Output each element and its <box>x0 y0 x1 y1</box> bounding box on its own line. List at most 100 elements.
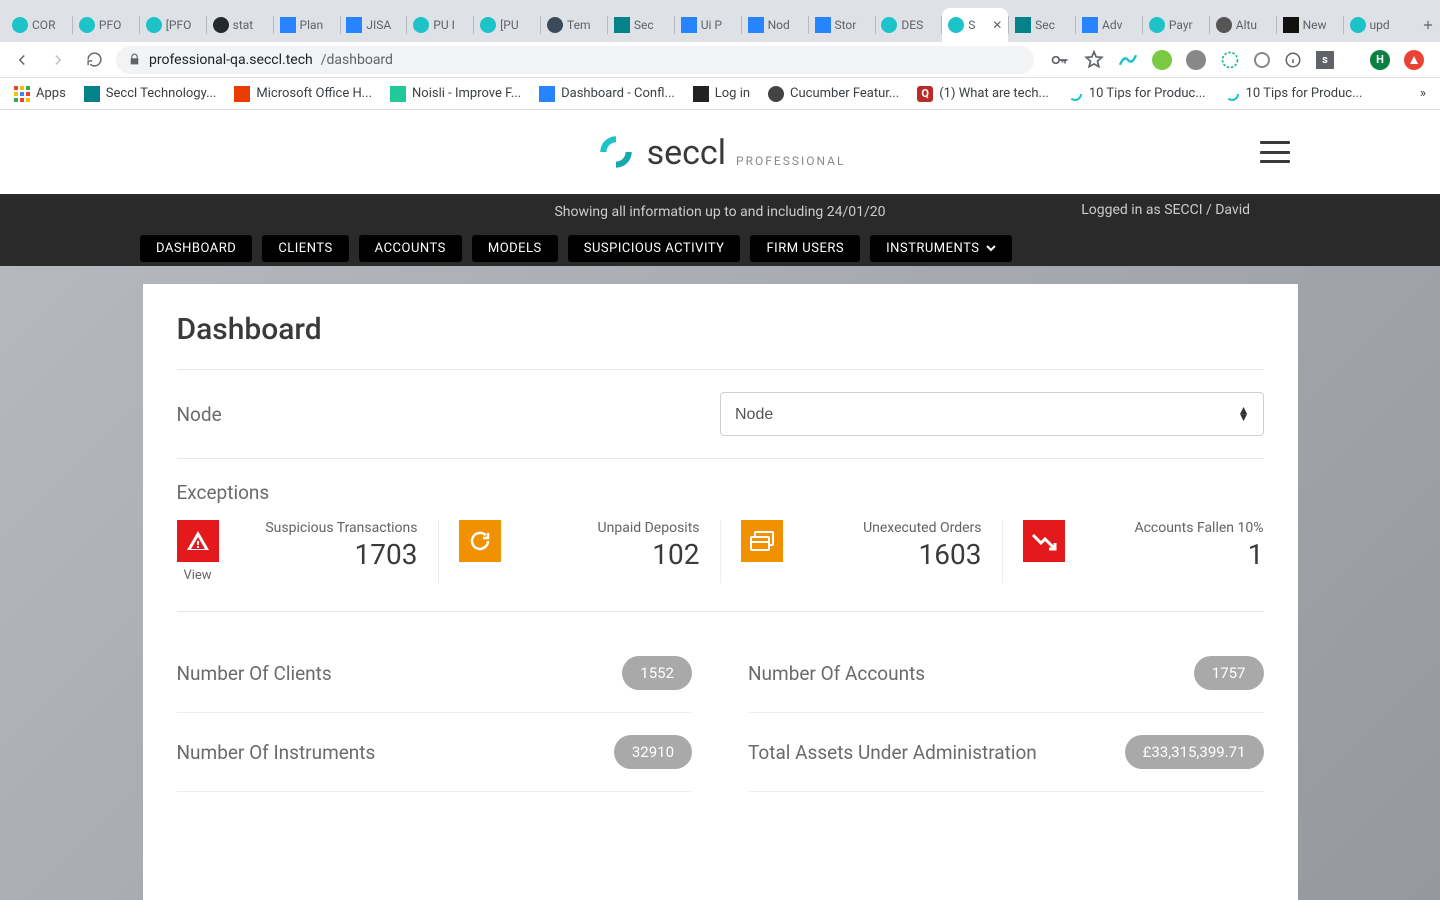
nav-item[interactable]: ACCOUNTS <box>359 235 462 262</box>
tab-title: [PFO <box>166 18 200 32</box>
browser-tab[interactable]: PFO <box>73 8 139 42</box>
nav-label: INSTRUMENTS <box>886 241 979 256</box>
dashboard-card: Dashboard Node Node ▲▼ Exceptions View S… <box>143 284 1298 900</box>
browser-tab[interactable]: COR <box>6 8 72 42</box>
chevron-down-icon <box>986 243 996 253</box>
divider <box>177 611 1264 612</box>
logo-swirl-icon <box>595 131 637 173</box>
exception-title: Accounts Fallen 10% <box>1079 520 1264 536</box>
stat-value: 1552 <box>622 656 692 690</box>
tab-favicon <box>881 17 897 33</box>
nav-item[interactable]: CLIENTS <box>262 235 348 262</box>
exception-title: Suspicious Transactions <box>233 520 418 536</box>
bookmark-label: 10 Tips for Produc... <box>1246 86 1363 101</box>
tab-favicon <box>12 17 28 33</box>
browser-tab[interactable]: Plan <box>274 8 340 42</box>
bookmark-favicon <box>768 86 784 102</box>
star-icon[interactable] <box>1084 50 1104 70</box>
bookmark-label: Dashboard - Confl... <box>561 86 675 101</box>
tab-favicon <box>614 17 630 33</box>
bookmark-item[interactable]: Dashboard - Confl... <box>539 86 675 102</box>
tab-favicon <box>346 17 362 33</box>
bookmark-item[interactable]: Log in <box>693 86 750 102</box>
nav-item[interactable]: DASHBOARD <box>140 235 252 262</box>
browser-tab[interactable]: Stor <box>809 8 875 42</box>
tab-favicon <box>748 17 764 33</box>
new-tab-button[interactable] <box>1416 11 1440 39</box>
bookmark-item[interactable]: Seccl Technology... <box>84 86 217 102</box>
forward-button[interactable] <box>44 46 72 74</box>
browser-tab[interactable]: [PFO <box>140 8 206 42</box>
ext-icon-3[interactable] <box>1186 50 1206 70</box>
stat-row: Number Of Instruments 32910 <box>177 713 693 792</box>
node-select[interactable]: Node <box>720 392 1264 436</box>
stat-label: Total Assets Under Administration <box>748 741 1037 764</box>
bookmark-label: 10 Tips for Produc... <box>1089 86 1206 101</box>
url-field[interactable]: professional-qa.seccl.tech/dashboard <box>116 46 1034 74</box>
browser-tab[interactable]: New <box>1277 8 1343 42</box>
bookmark-overflow[interactable]: » <box>1420 86 1426 101</box>
browser-tab[interactable]: Ui P <box>675 8 741 42</box>
tab-favicon <box>1082 17 1098 33</box>
browser-tab[interactable]: Payr <box>1143 8 1209 42</box>
browser-tab[interactable]: Tem <box>541 8 607 42</box>
ext-icon-s[interactable]: s <box>1316 51 1334 69</box>
profile-avatar[interactable]: H <box>1370 50 1390 70</box>
tab-favicon <box>547 17 563 33</box>
browser-tab[interactable]: PU I <box>407 8 473 42</box>
bookmark-item[interactable]: Apps <box>14 86 66 102</box>
bookmark-item[interactable]: Microsoft Office H... <box>234 86 372 102</box>
back-button[interactable] <box>8 46 36 74</box>
browser-tab[interactable]: Nod <box>742 8 808 42</box>
bookmark-favicon <box>234 86 250 102</box>
reload-button[interactable] <box>80 46 108 74</box>
nav-item[interactable]: SUSPICIOUS ACTIVITY <box>568 235 741 262</box>
browser-tab[interactable]: Altu <box>1210 8 1276 42</box>
menu-button[interactable] <box>1260 141 1290 163</box>
ext-icon-1[interactable] <box>1118 52 1138 68</box>
bookmark-item[interactable]: Cucumber Featur... <box>768 86 899 102</box>
exception-card: View Suspicious Transactions 1703 <box>177 520 439 583</box>
stat-label: Number Of Accounts <box>748 662 925 685</box>
tab-title: stat <box>233 18 267 32</box>
browser-tab[interactable]: upd <box>1344 8 1410 42</box>
nav-item[interactable]: MODELS <box>472 235 558 262</box>
bookmark-item[interactable]: Noisli - Improve F... <box>390 86 521 102</box>
bookmark-label: Apps <box>36 86 66 101</box>
exception-icon <box>177 520 219 562</box>
exception-icon <box>1023 520 1065 562</box>
tab-title: PU I <box>433 18 467 32</box>
key-icon[interactable] <box>1050 50 1070 70</box>
ext-icon-5[interactable] <box>1254 52 1270 68</box>
tab-title: [PU <box>500 18 534 32</box>
browser-tab[interactable]: DES <box>875 8 941 42</box>
exception-title: Unexecuted Orders <box>797 520 982 536</box>
url-path: /dashboard <box>321 52 393 68</box>
stat-value: 32910 <box>614 735 692 769</box>
ext-icon-red[interactable] <box>1404 50 1424 70</box>
browser-tab[interactable]: [PU <box>474 8 540 42</box>
browser-tab[interactable]: S✕ <box>942 8 1008 42</box>
ext-icon-2[interactable] <box>1152 50 1172 70</box>
divider <box>177 369 1264 370</box>
tab-title: Stor <box>835 18 869 32</box>
nav-item[interactable]: FIRM USERS <box>750 235 860 262</box>
browser-tab[interactable]: JISA <box>340 8 406 42</box>
tab-title: Tem <box>567 18 601 32</box>
browser-tab[interactable]: Sec <box>1009 8 1075 42</box>
exception-view-link[interactable]: View <box>177 568 219 583</box>
nav-item[interactable]: INSTRUMENTS <box>870 235 1011 262</box>
tab-favicon <box>1149 17 1165 33</box>
tab-close-icon[interactable]: ✕ <box>992 18 1002 32</box>
browser-tab[interactable]: stat <box>207 8 273 42</box>
nav-label: MODELS <box>488 241 542 256</box>
info-icon[interactable] <box>1284 51 1302 69</box>
bookmark-item[interactable]: 10 Tips for Produc... <box>1224 86 1363 102</box>
browser-address-bar: professional-qa.seccl.tech/dashboard s H <box>0 42 1440 78</box>
bookmark-item[interactable]: Q(1) What are tech... <box>917 86 1049 102</box>
bookmark-item[interactable]: 10 Tips for Produc... <box>1067 86 1206 102</box>
exception-value: 1 <box>1079 538 1264 571</box>
browser-tab[interactable]: Sec <box>608 8 674 42</box>
browser-tab[interactable]: Adv <box>1076 8 1142 42</box>
ext-icon-4[interactable] <box>1220 50 1240 70</box>
